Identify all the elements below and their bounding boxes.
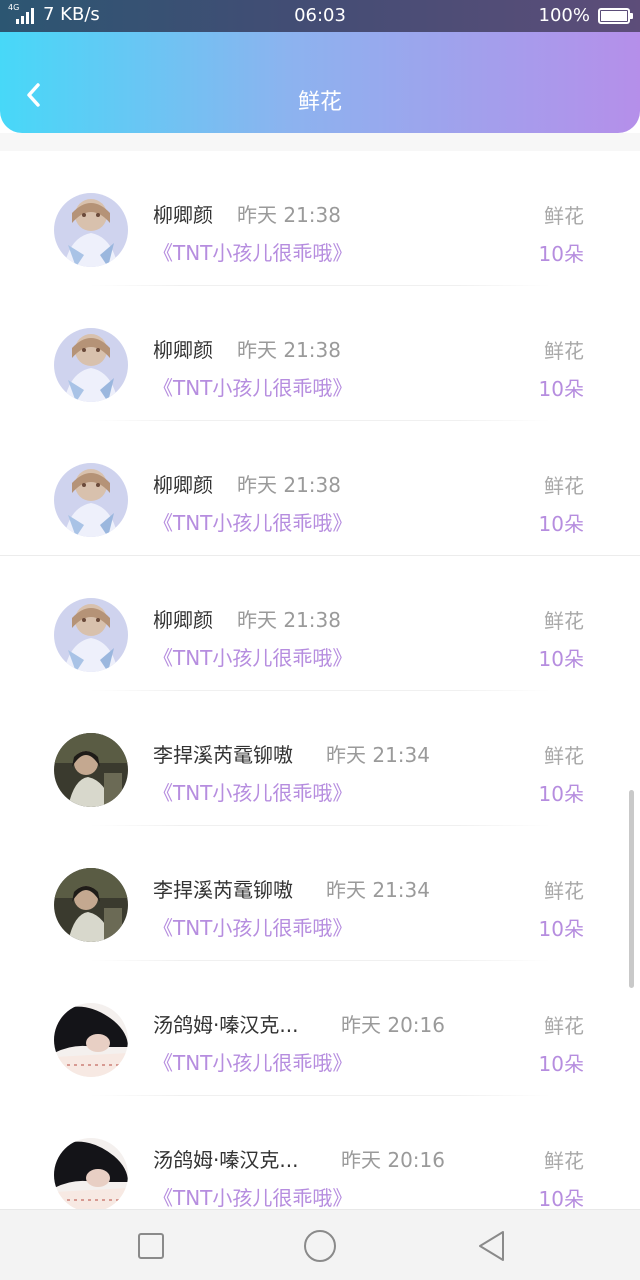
song-title[interactable]: 《TNT小孩儿很乖哦》 [153,777,352,806]
gift-type: 鲜花 [544,339,584,363]
section-gap [0,133,640,151]
song-title[interactable]: 《TNT小孩儿很乖哦》 [153,372,352,401]
send-time: 昨天 21:38 [237,203,341,227]
gift-count: 10朵 [538,1052,584,1076]
send-time: 昨天 21:38 [237,338,341,362]
send-time: 昨天 21:38 [237,608,341,632]
list-item[interactable]: 汤鸽姆·嗪汉克... 昨天 20:16 《TNT小孩儿很乖哦》 鲜花 10朵 [0,961,640,1096]
sender-name: 柳卿颜 [153,203,213,227]
avatar[interactable] [54,733,128,807]
battery-icon [598,7,633,24]
page-title: 鲜花 [297,90,342,115]
gift-list: 柳卿颜 昨天 21:38 《TNT小孩儿很乖哦》 鲜花 10朵 柳卿颜 昨天 2… [0,151,640,1231]
status-bar: 4G 7 KB/s 06:03 100% [0,0,640,32]
list-item[interactable]: 柳卿颜 昨天 21:38 《TNT小孩儿很乖哦》 鲜花 10朵 [0,286,640,421]
nav-back-button[interactable] [472,1226,512,1266]
scrollbar[interactable] [629,790,634,988]
recents-button[interactable] [131,1226,171,1266]
gift-type: 鲜花 [544,204,584,228]
gift-count: 10朵 [538,512,584,536]
list-item[interactable]: 柳卿颜 昨天 21:38 《TNT小孩儿很乖哦》 鲜花 10朵 [0,421,640,556]
sender-name: 李捍溪芮鼋铆嗷 [153,878,293,902]
gift-type: 鲜花 [544,1149,584,1173]
song-title[interactable]: 《TNT小孩儿很乖哦》 [153,237,352,266]
gift-type: 鲜花 [544,1014,584,1038]
avatar[interactable] [54,463,128,537]
avatar[interactable] [54,598,128,672]
gift-type: 鲜花 [544,879,584,903]
gift-count: 10朵 [538,647,584,671]
avatar[interactable] [54,193,128,267]
send-time: 昨天 21:34 [326,743,430,767]
sender-name: 汤鸽姆·嗪汉克... [153,1013,299,1037]
list-item[interactable]: 柳卿颜 昨天 21:38 《TNT小孩儿很乖哦》 鲜花 10朵 [0,151,640,286]
avatar[interactable] [54,328,128,402]
list-item[interactable]: 李捍溪芮鼋铆嗷 昨天 21:34 《TNT小孩儿很乖哦》 鲜花 10朵 [0,826,640,961]
song-title[interactable]: 《TNT小孩儿很乖哦》 [153,912,352,941]
system-nav-bar [0,1209,640,1280]
song-title[interactable]: 《TNT小孩儿很乖哦》 [153,1182,352,1211]
send-time: 昨天 20:16 [341,1148,445,1172]
gift-type: 鲜花 [544,744,584,768]
square-icon [138,1233,164,1259]
battery-percent: 100% [538,5,590,26]
list-item[interactable]: 李捍溪芮鼋铆嗷 昨天 21:34 《TNT小孩儿很乖哦》 鲜花 10朵 [0,691,640,826]
circle-icon [304,1230,336,1262]
avatar[interactable] [54,1138,128,1212]
sender-name: 柳卿颜 [153,473,213,497]
avatar[interactable] [54,868,128,942]
gift-count: 10朵 [538,1187,584,1211]
sender-name: 柳卿颜 [153,608,213,632]
gift-type: 鲜花 [544,609,584,633]
gift-count: 10朵 [538,917,584,941]
song-title[interactable]: 《TNT小孩儿很乖哦》 [153,642,352,671]
gift-count: 10朵 [538,782,584,806]
sender-name: 汤鸽姆·嗪汉克... [153,1148,299,1172]
home-button[interactable] [300,1226,340,1266]
status-right: 100% [538,5,633,26]
song-title[interactable]: 《TNT小孩儿很乖哦》 [153,1047,352,1076]
gift-type: 鲜花 [544,474,584,498]
triangle-back-icon [479,1231,504,1261]
send-time: 昨天 21:34 [326,878,430,902]
song-title[interactable]: 《TNT小孩儿很乖哦》 [153,507,352,536]
send-time: 昨天 21:38 [237,473,341,497]
sender-name: 柳卿颜 [153,338,213,362]
send-time: 昨天 20:16 [341,1013,445,1037]
gift-count: 10朵 [538,377,584,401]
gift-count: 10朵 [538,242,584,266]
avatar[interactable] [54,1003,128,1077]
sender-name: 李捍溪芮鼋铆嗷 [153,743,293,767]
list-item[interactable]: 柳卿颜 昨天 21:38 《TNT小孩儿很乖哦》 鲜花 10朵 [0,556,640,691]
